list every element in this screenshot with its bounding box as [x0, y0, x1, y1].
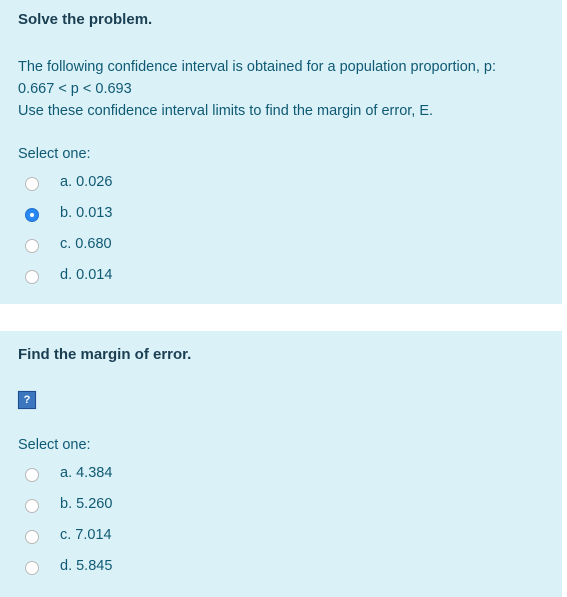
radio-button-selected[interactable] [25, 208, 39, 222]
option-label[interactable]: b. 0.013 [60, 205, 112, 221]
question-1-title: Solve the problem. [18, 11, 153, 28]
question-2-option-b[interactable]: b. 5.260 [0, 491, 562, 522]
option-label[interactable]: a. 0.026 [60, 174, 112, 190]
question-1-option-d[interactable]: d. 0.014 [0, 262, 562, 293]
radio-button[interactable] [25, 499, 39, 513]
option-label[interactable]: c. 0.680 [60, 236, 112, 252]
radio-button[interactable] [25, 177, 39, 191]
missing-image-icon: ? [17, 390, 37, 410]
question-2-panel: Find the margin of error. ? Select one: … [0, 331, 562, 597]
radio-button[interactable] [25, 468, 39, 482]
question-1-panel: Solve the problem. The following confide… [0, 0, 562, 304]
option-label[interactable]: c. 7.014 [60, 527, 112, 543]
radio-button[interactable] [25, 239, 39, 253]
radio-button[interactable] [25, 561, 39, 575]
question-2-select-label: Select one: [18, 437, 91, 453]
question-1-text-line: Use these confidence interval limits to … [18, 103, 434, 119]
question-2-option-d[interactable]: d. 5.845 [0, 553, 562, 584]
question-2-option-a[interactable]: a. 4.384 [0, 460, 562, 491]
question-1-select-label: Select one: [18, 146, 91, 162]
option-label[interactable]: b. 5.260 [60, 496, 112, 512]
question-1-option-b[interactable]: b. 0.013 [0, 200, 562, 231]
question-1-text: The following confidence interval is obt… [18, 56, 553, 122]
question-1-text-line: 0.667 < p < 0.693 [18, 81, 132, 97]
option-label[interactable]: a. 4.384 [60, 465, 112, 481]
question-1-option-a[interactable]: a. 0.026 [0, 169, 562, 200]
question-1-text-line: The following confidence interval is obt… [18, 59, 496, 75]
question-2-title: Find the margin of error. [18, 346, 192, 363]
option-label[interactable]: d. 0.014 [60, 267, 112, 283]
question-1-options: a. 0.026 b. 0.013 c. 0.680 d. 0.014 [0, 169, 562, 293]
question-1-option-c[interactable]: c. 0.680 [0, 231, 562, 262]
option-label[interactable]: d. 5.845 [60, 558, 112, 574]
radio-button[interactable] [25, 270, 39, 284]
radio-button[interactable] [25, 530, 39, 544]
question-2-options: a. 4.384 b. 5.260 c. 7.014 d. 5.845 [0, 460, 562, 584]
question-2-option-c[interactable]: c. 7.014 [0, 522, 562, 553]
